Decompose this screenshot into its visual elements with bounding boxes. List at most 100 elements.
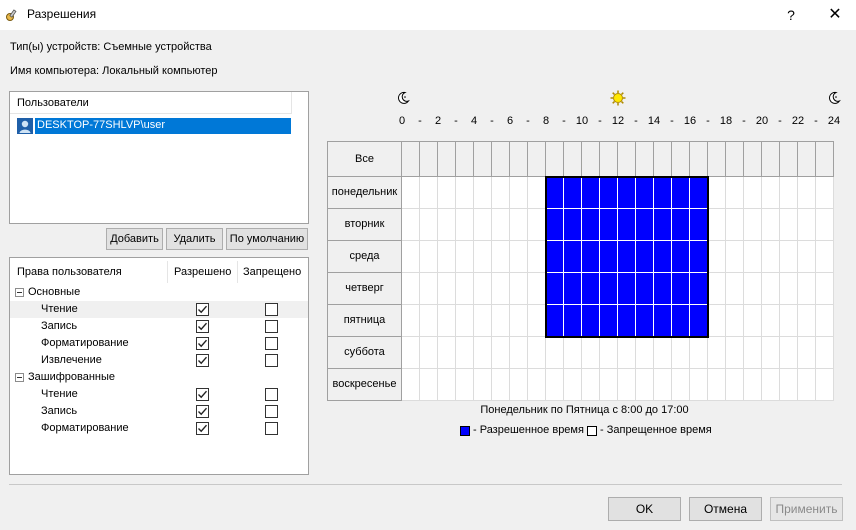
schedule-cell[interactable] xyxy=(618,369,636,401)
hour-column-button[interactable] xyxy=(690,141,708,177)
rights-row[interactable]: Форматирование xyxy=(10,420,308,437)
schedule-cell-allowed[interactable] xyxy=(582,209,600,241)
schedule-cell[interactable] xyxy=(510,241,528,273)
schedule-cell[interactable] xyxy=(582,369,600,401)
schedule-cell[interactable] xyxy=(708,369,726,401)
schedule-cell[interactable] xyxy=(672,337,690,369)
schedule-cell[interactable] xyxy=(762,273,780,305)
help-button[interactable]: ? xyxy=(778,3,804,27)
hour-column-button[interactable] xyxy=(780,141,798,177)
day-row-button[interactable]: четверг xyxy=(327,273,402,305)
schedule-cell[interactable] xyxy=(690,337,708,369)
cancel-button[interactable]: Отмена xyxy=(689,497,762,521)
schedule-cell-allowed[interactable] xyxy=(672,209,690,241)
schedule-cell-allowed[interactable] xyxy=(654,177,672,209)
schedule-cell[interactable] xyxy=(780,305,798,337)
schedule-cell[interactable] xyxy=(438,177,456,209)
schedule-cell[interactable] xyxy=(402,241,420,273)
ok-button[interactable]: OK xyxy=(608,497,681,521)
schedule-cell[interactable] xyxy=(420,369,438,401)
rights-row[interactable]: Чтение xyxy=(10,386,308,403)
schedule-cell[interactable] xyxy=(780,273,798,305)
schedule-cell[interactable] xyxy=(744,241,762,273)
schedule-cell[interactable] xyxy=(492,273,510,305)
schedule-cell[interactable] xyxy=(438,337,456,369)
schedule-cell[interactable] xyxy=(510,305,528,337)
rights-row[interactable]: Чтение xyxy=(10,301,308,318)
schedule-cell[interactable] xyxy=(456,305,474,337)
rights-row[interactable]: Запись xyxy=(10,318,308,335)
schedule-cell[interactable] xyxy=(762,337,780,369)
schedule-cell[interactable] xyxy=(420,273,438,305)
hour-column-button[interactable] xyxy=(636,141,654,177)
schedule-cell[interactable] xyxy=(492,241,510,273)
schedule-cell-allowed[interactable] xyxy=(690,273,708,305)
allowed-checkbox[interactable] xyxy=(196,405,209,418)
schedule-cell[interactable] xyxy=(672,369,690,401)
schedule-cell-allowed[interactable] xyxy=(600,305,618,337)
schedule-cell-allowed[interactable] xyxy=(546,273,564,305)
schedule-cell-allowed[interactable] xyxy=(564,241,582,273)
schedule-cell[interactable] xyxy=(708,273,726,305)
schedule-cell-allowed[interactable] xyxy=(654,305,672,337)
schedule-cell-allowed[interactable] xyxy=(654,209,672,241)
schedule-cell[interactable] xyxy=(510,337,528,369)
schedule-cell-allowed[interactable] xyxy=(636,305,654,337)
schedule-cell[interactable] xyxy=(474,305,492,337)
schedule-cell[interactable] xyxy=(798,241,816,273)
allowed-checkbox[interactable] xyxy=(196,422,209,435)
schedule-cell[interactable] xyxy=(780,177,798,209)
schedule-cell[interactable] xyxy=(708,241,726,273)
rights-group[interactable]: Зашифрованные xyxy=(10,369,308,386)
users-list-header[interactable]: Пользователи xyxy=(10,92,291,114)
schedule-cell-allowed[interactable] xyxy=(672,305,690,337)
day-row-button[interactable]: воскресенье xyxy=(327,369,402,401)
schedule-cell[interactable] xyxy=(402,337,420,369)
schedule-cell[interactable] xyxy=(492,369,510,401)
schedule-cell[interactable] xyxy=(708,177,726,209)
schedule-cell-allowed[interactable] xyxy=(600,273,618,305)
close-button[interactable]: ✕ xyxy=(820,3,850,27)
add-user-button[interactable]: Добавить xyxy=(106,228,163,250)
schedule-cell[interactable] xyxy=(456,337,474,369)
hour-column-button[interactable] xyxy=(582,141,600,177)
schedule-cell-allowed[interactable] xyxy=(582,305,600,337)
denied-checkbox[interactable] xyxy=(265,320,278,333)
schedule-cell-allowed[interactable] xyxy=(564,273,582,305)
schedule-cell[interactable] xyxy=(582,337,600,369)
schedule-cell[interactable] xyxy=(780,241,798,273)
schedule-cell-allowed[interactable] xyxy=(618,209,636,241)
schedule-cell[interactable] xyxy=(438,369,456,401)
hour-column-button[interactable] xyxy=(474,141,492,177)
schedule-cell[interactable] xyxy=(402,305,420,337)
schedule-cell-allowed[interactable] xyxy=(636,177,654,209)
schedule-cell[interactable] xyxy=(474,273,492,305)
schedule-cell[interactable] xyxy=(654,337,672,369)
remove-user-button[interactable]: Удалить xyxy=(166,228,223,250)
schedule-grid[interactable]: Все понедельник вторник среда четверг пятниц… xyxy=(327,141,842,403)
schedule-cell-allowed[interactable] xyxy=(618,177,636,209)
schedule-cell-allowed[interactable] xyxy=(564,305,582,337)
schedule-cell-allowed[interactable] xyxy=(564,209,582,241)
allowed-checkbox[interactable] xyxy=(196,388,209,401)
schedule-cell-allowed[interactable] xyxy=(618,241,636,273)
schedule-cell-allowed[interactable] xyxy=(600,177,618,209)
schedule-cell[interactable] xyxy=(528,369,546,401)
schedule-cell[interactable] xyxy=(798,337,816,369)
schedule-cell[interactable] xyxy=(564,337,582,369)
apply-button[interactable]: Применить xyxy=(770,497,843,521)
schedule-cell-allowed[interactable] xyxy=(636,241,654,273)
schedule-cell-allowed[interactable] xyxy=(546,209,564,241)
schedule-cell[interactable] xyxy=(780,209,798,241)
schedule-cell[interactable] xyxy=(420,241,438,273)
schedule-cell[interactable] xyxy=(474,209,492,241)
schedule-cell[interactable] xyxy=(816,337,834,369)
hour-column-button[interactable] xyxy=(816,141,834,177)
hour-column-button[interactable] xyxy=(420,141,438,177)
day-row-button[interactable]: понедельник xyxy=(327,177,402,209)
schedule-cell[interactable] xyxy=(492,305,510,337)
schedule-cell[interactable] xyxy=(762,369,780,401)
rights-row[interactable]: Извлечение xyxy=(10,352,308,369)
schedule-cell[interactable] xyxy=(528,305,546,337)
users-list[interactable]: Пользователи DESKTOP-77SHLVP\user xyxy=(9,91,309,224)
